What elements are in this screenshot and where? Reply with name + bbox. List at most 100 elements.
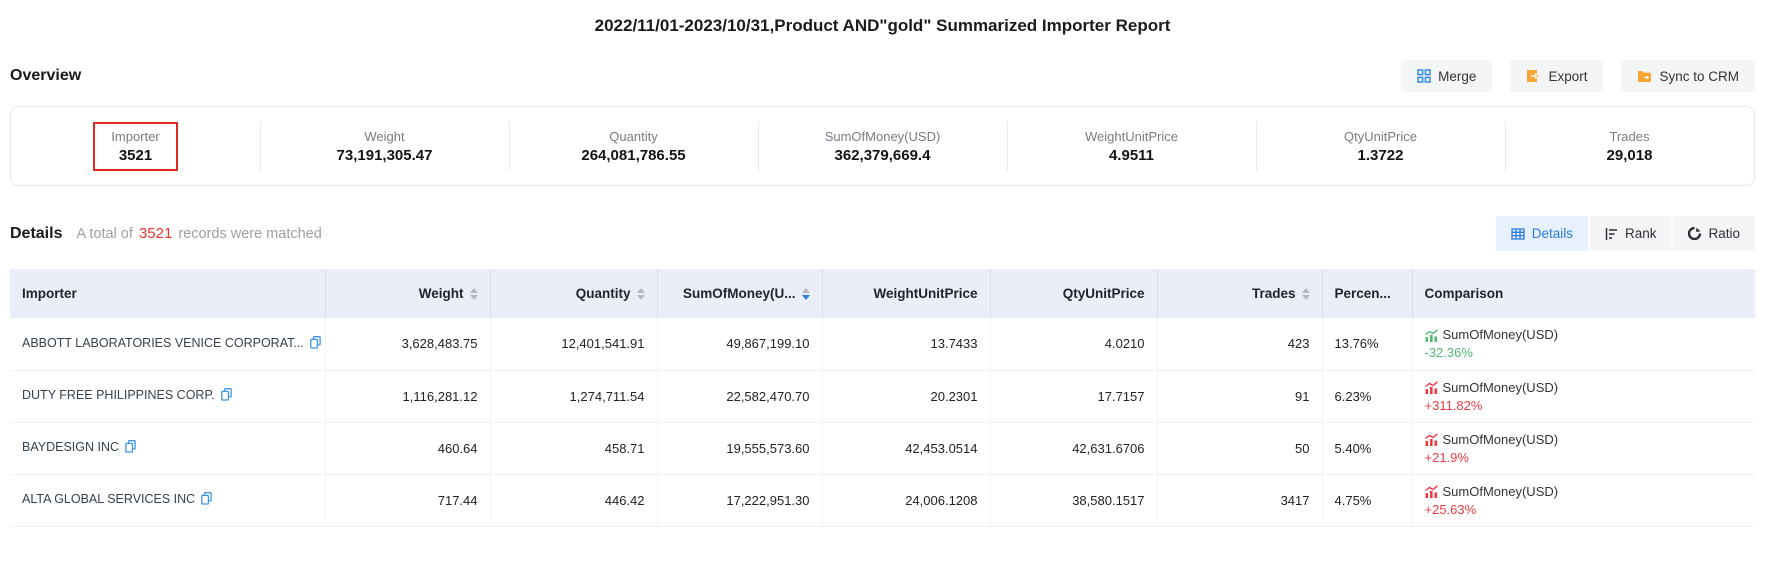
tab-details[interactable]: Details (1496, 216, 1588, 251)
tab-rank[interactable]: Rank (1590, 216, 1672, 251)
importer-name[interactable]: BAYDESIGN INC (22, 440, 119, 454)
comparison-metric: SumOfMoney(USD) (1443, 379, 1559, 397)
weight-unit-price-cell: 42,453.0514 (822, 422, 990, 474)
comparison-metric: SumOfMoney(USD) (1443, 483, 1559, 501)
trades-cell: 3417 (1157, 474, 1322, 526)
importer-name[interactable]: ABBOTT LABORATORIES VENICE CORPORAT... (22, 336, 304, 350)
weight-cell: 460.64 (325, 422, 490, 474)
sort-icon[interactable] (1302, 288, 1310, 300)
comparison-cell: SumOfMoney(USD) +25.63% (1412, 474, 1755, 526)
sum-of-money-cell: 22,582,470.70 (657, 370, 822, 422)
table-row: DUTY FREE PHILIPPINES CORP. 1,116,281.12… (10, 370, 1755, 422)
weight-cell: 717.44 (325, 474, 490, 526)
qty-unit-price-cell: 38,580.1517 (990, 474, 1157, 526)
qty-unit-price-cell: 42,631.6706 (990, 422, 1157, 474)
percentage-cell: 4.75% (1322, 474, 1412, 526)
stat-label: SumOfMoney(USD) (825, 129, 941, 144)
importer-name[interactable]: ALTA GLOBAL SERVICES INC (22, 492, 195, 506)
sum-of-money-cell: 19,555,573.60 (657, 422, 822, 474)
column-header[interactable]: Quantity (490, 269, 657, 318)
qty-unit-price-cell: 4.0210 (990, 318, 1157, 370)
view-switcher: Details Rank Ratio (1496, 216, 1755, 251)
weight-unit-price-cell: 13.7433 (822, 318, 990, 370)
comparison-metric: SumOfMoney(USD) (1443, 431, 1559, 449)
overview-stat: Quantity 264,081,786.55 (509, 107, 758, 185)
column-header[interactable]: QtyUnitPrice (990, 269, 1157, 318)
trend-chart-icon (1425, 433, 1438, 446)
overview-stat: WeightUnitPrice 4.9511 (1007, 107, 1256, 185)
comparison-cell: SumOfMoney(USD) +311.82% (1412, 370, 1755, 422)
quantity-cell: 12,401,541.91 (490, 318, 657, 370)
overview-stat: Importer 3521 (11, 107, 260, 185)
sum-of-money-cell: 49,867,199.10 (657, 318, 822, 370)
weight-cell: 3,628,483.75 (325, 318, 490, 370)
comparison-change: +25.63% (1425, 501, 1744, 518)
overview-stat: Trades 29,018 (1505, 107, 1754, 185)
column-header[interactable]: Trades (1157, 269, 1322, 318)
percentage-cell: 6.23% (1322, 370, 1412, 422)
stat-label: Trades (1607, 129, 1653, 144)
stat-label: WeightUnitPrice (1085, 129, 1178, 144)
copy-icon[interactable] (125, 440, 136, 456)
stat-value: 1.3722 (1344, 147, 1417, 164)
merge-button[interactable]: Merge (1401, 60, 1492, 92)
tab-ratio[interactable]: Ratio (1673, 216, 1755, 251)
comparison-metric: SumOfMoney(USD) (1443, 326, 1559, 344)
stat-label: Quantity (581, 129, 685, 144)
matched-count: 3521 (137, 225, 174, 242)
comparison-cell: SumOfMoney(USD) -32.36% (1412, 318, 1755, 370)
weight-unit-price-cell: 20.2301 (822, 370, 990, 422)
sync-to-crm-button[interactable]: Sync to CRM (1621, 60, 1755, 92)
merge-icon (1417, 69, 1431, 83)
importer-table: Importer Weight Quantity SumOfMoney(U...… (10, 269, 1755, 527)
trend-chart-icon (1425, 329, 1438, 342)
copy-icon[interactable] (310, 336, 321, 352)
toolbar: Merge Export Sync to CRM (1401, 60, 1755, 92)
overview-heading: Overview (10, 67, 81, 85)
qty-unit-price-cell: 17.7157 (990, 370, 1157, 422)
stat-label: Weight (337, 129, 433, 144)
column-header[interactable]: Importer (10, 269, 325, 318)
matched-summary: A total of 3521 records were matched (76, 225, 321, 242)
export-button[interactable]: Export (1510, 60, 1603, 92)
trades-cell: 423 (1157, 318, 1322, 370)
table-grid-icon (1511, 228, 1525, 240)
column-header[interactable]: Comparison (1412, 269, 1755, 318)
overview-stat: QtyUnitPrice 1.3722 (1256, 107, 1505, 185)
quantity-cell: 1,274,711.54 (490, 370, 657, 422)
column-header[interactable]: SumOfMoney(U... (657, 269, 822, 318)
stat-label: QtyUnitPrice (1344, 129, 1417, 144)
weight-cell: 1,116,281.12 (325, 370, 490, 422)
comparison-cell: SumOfMoney(USD) +21.9% (1412, 422, 1755, 474)
comparison-change: -32.36% (1425, 344, 1744, 361)
quantity-cell: 458.71 (490, 422, 657, 474)
percentage-cell: 13.76% (1322, 318, 1412, 370)
stat-value: 4.9511 (1085, 147, 1178, 164)
column-header[interactable]: Percen... (1322, 269, 1412, 318)
details-heading: Details (10, 225, 62, 243)
page-title: 2022/11/01-2023/10/31,Product AND"gold" … (10, 16, 1755, 36)
column-header[interactable]: Weight (325, 269, 490, 318)
folder-sync-icon (1637, 70, 1652, 83)
trend-chart-icon (1425, 485, 1438, 498)
stat-value: 3521 (111, 147, 159, 164)
overview-stat: Weight 73,191,305.47 (260, 107, 509, 185)
table-row: ABBOTT LABORATORIES VENICE CORPORAT... 3… (10, 318, 1755, 370)
trades-cell: 91 (1157, 370, 1322, 422)
table-row: ALTA GLOBAL SERVICES INC 717.44 446.42 1… (10, 474, 1755, 526)
pie-ratio-icon (1688, 227, 1701, 240)
sort-icon[interactable] (470, 288, 478, 300)
quantity-cell: 446.42 (490, 474, 657, 526)
rank-bars-icon (1605, 228, 1618, 240)
copy-icon[interactable] (221, 388, 232, 404)
overview-stats-card: Importer 3521 Weight 73,191,305.47 Quant… (10, 106, 1755, 186)
copy-icon[interactable] (201, 492, 212, 508)
export-icon (1526, 69, 1541, 83)
trades-cell: 50 (1157, 422, 1322, 474)
column-header[interactable]: WeightUnitPrice (822, 269, 990, 318)
sort-icon[interactable] (637, 288, 645, 300)
report-page: 2022/11/01-2023/10/31,Product AND"gold" … (0, 0, 1765, 527)
table-row: BAYDESIGN INC 460.64 458.71 19,555,573.6… (10, 422, 1755, 474)
importer-name[interactable]: DUTY FREE PHILIPPINES CORP. (22, 388, 215, 402)
sort-icon[interactable] (802, 288, 810, 300)
